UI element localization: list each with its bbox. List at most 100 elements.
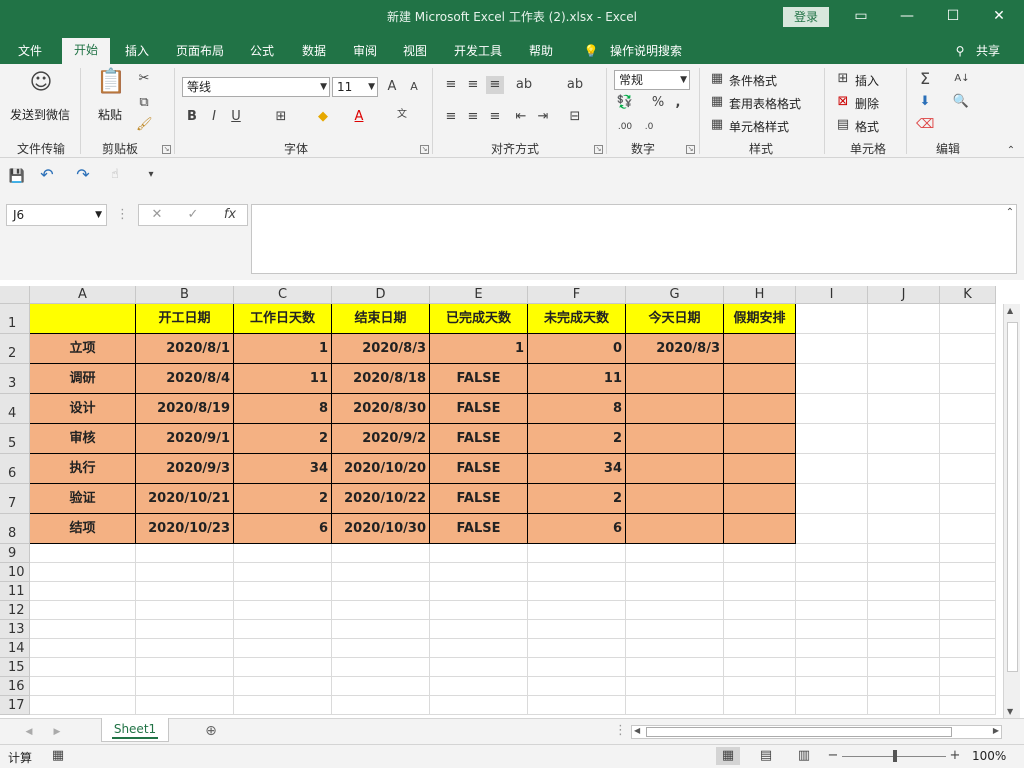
cell[interactable] (430, 601, 528, 620)
cell[interactable] (136, 696, 234, 715)
data-cell[interactable]: 8 (234, 394, 332, 424)
cell[interactable] (940, 677, 996, 696)
data-cell[interactable]: 2 (528, 484, 626, 514)
add-sheet-icon[interactable]: ⊕ (202, 722, 220, 740)
conditional-format-button[interactable]: 条件格式 (729, 72, 777, 89)
column-header[interactable]: A (30, 286, 136, 304)
zoom-level[interactable]: 100% (972, 749, 1006, 763)
cell[interactable] (626, 696, 724, 715)
cell[interactable] (136, 582, 234, 601)
cell[interactable] (528, 639, 626, 658)
data-cell[interactable] (724, 514, 796, 544)
cell[interactable] (796, 601, 868, 620)
data-cell[interactable]: 2020/8/3 (332, 334, 430, 364)
increase-indent-icon[interactable]: ⇥ (534, 108, 552, 126)
zoom-out-icon[interactable]: − (826, 747, 840, 765)
cell[interactable] (940, 620, 996, 639)
comma-style-icon[interactable]: , (672, 94, 684, 112)
sheet-tab-sheet1[interactable]: Sheet1 (101, 718, 169, 742)
underline-icon[interactable]: U (228, 108, 244, 126)
header-cell[interactable]: 工作日天数 (234, 304, 332, 334)
cell[interactable] (868, 484, 940, 514)
cell[interactable] (136, 563, 234, 582)
data-cell[interactable]: 1 (234, 334, 332, 364)
cell[interactable] (626, 677, 724, 696)
align-center-icon[interactable]: ≡ (464, 108, 482, 126)
scroll-left-icon[interactable]: ◀ (634, 726, 640, 735)
data-cell[interactable]: 34 (234, 454, 332, 484)
merge-center-icon[interactable]: ⊟ (566, 108, 584, 126)
data-cell[interactable]: 2020/10/30 (332, 514, 430, 544)
cell[interactable] (796, 544, 868, 563)
number-launcher-icon[interactable]: ↘ (686, 145, 695, 154)
scroll-down-icon[interactable]: ▼ (1007, 707, 1013, 716)
row-header[interactable]: 16 (0, 677, 30, 696)
data-cell[interactable]: 2020/10/21 (136, 484, 234, 514)
cell[interactable] (136, 639, 234, 658)
cell-style-button[interactable]: 单元格样式 (729, 118, 789, 135)
cell[interactable] (30, 563, 136, 582)
row-header[interactable]: 10 (0, 563, 30, 582)
data-cell[interactable]: FALSE (430, 454, 528, 484)
close-icon[interactable]: ✕ (976, 0, 1022, 32)
row-header[interactable]: 2 (0, 334, 30, 364)
next-sheet-icon[interactable]: ▶ (50, 723, 64, 741)
cell[interactable] (868, 658, 940, 677)
format-painter-icon[interactable]: 🖌 (136, 116, 153, 134)
cell[interactable] (626, 582, 724, 601)
cell[interactable] (868, 454, 940, 484)
cell[interactable] (528, 658, 626, 677)
insert-function-icon[interactable]: fx (219, 206, 241, 224)
cell[interactable] (332, 677, 430, 696)
vertical-scrollbar[interactable]: ▲ ▼ (1003, 304, 1020, 718)
delete-cells-icon[interactable]: ⊠ (834, 93, 852, 111)
cell[interactable] (940, 304, 996, 334)
cell[interactable] (724, 620, 796, 639)
data-cell[interactable]: 1 (430, 334, 528, 364)
cell[interactable] (868, 563, 940, 582)
cell[interactable] (30, 620, 136, 639)
cell[interactable] (868, 304, 940, 334)
cell[interactable] (528, 620, 626, 639)
sort-filter-icon[interactable]: A↓ (952, 70, 972, 88)
font-color-icon[interactable]: A (350, 108, 368, 126)
data-cell[interactable]: 立项 (30, 334, 136, 364)
bold-icon[interactable]: B (184, 108, 200, 126)
phonetic-icon[interactable]: 文 (392, 106, 412, 124)
cell-style-icon[interactable]: ▦ (708, 116, 726, 134)
cell[interactable] (868, 334, 940, 364)
row-header[interactable]: 3 (0, 364, 30, 394)
tab-data[interactable]: 数据 (292, 39, 336, 64)
orientation-icon[interactable]: ab (512, 76, 536, 94)
cell[interactable] (626, 639, 724, 658)
data-cell[interactable] (724, 334, 796, 364)
data-cell[interactable]: 2 (528, 424, 626, 454)
horizontal-scroll-thumb[interactable] (646, 727, 952, 737)
cell[interactable] (724, 563, 796, 582)
cell[interactable] (430, 544, 528, 563)
column-header[interactable]: K (940, 286, 996, 304)
data-cell[interactable]: 验证 (30, 484, 136, 514)
copy-icon[interactable]: ⧉ (136, 94, 152, 112)
cell[interactable] (30, 582, 136, 601)
wrap-text-icon[interactable]: ab (566, 76, 584, 94)
column-header[interactable]: G (626, 286, 724, 304)
cell[interactable] (868, 424, 940, 454)
cell[interactable] (940, 394, 996, 424)
cell[interactable] (940, 696, 996, 715)
cell[interactable] (626, 601, 724, 620)
format-cells-button[interactable]: 格式 (855, 118, 879, 135)
cell[interactable] (868, 514, 940, 544)
tab-file[interactable]: 文件 (8, 39, 52, 64)
header-cell[interactable]: 已完成天数 (430, 304, 528, 334)
conditional-format-icon[interactable]: ▦ (708, 70, 726, 88)
tab-home[interactable]: 开始 (62, 38, 110, 64)
tab-developer[interactable]: 开发工具 (446, 39, 510, 64)
data-cell[interactable]: 2020/8/19 (136, 394, 234, 424)
data-cell[interactable]: 6 (234, 514, 332, 544)
cell[interactable] (940, 484, 996, 514)
font-size-select[interactable]: 11 ▼ (332, 77, 378, 97)
delete-cells-button[interactable]: 删除 (855, 95, 879, 112)
cell[interactable] (868, 677, 940, 696)
cell[interactable] (724, 696, 796, 715)
